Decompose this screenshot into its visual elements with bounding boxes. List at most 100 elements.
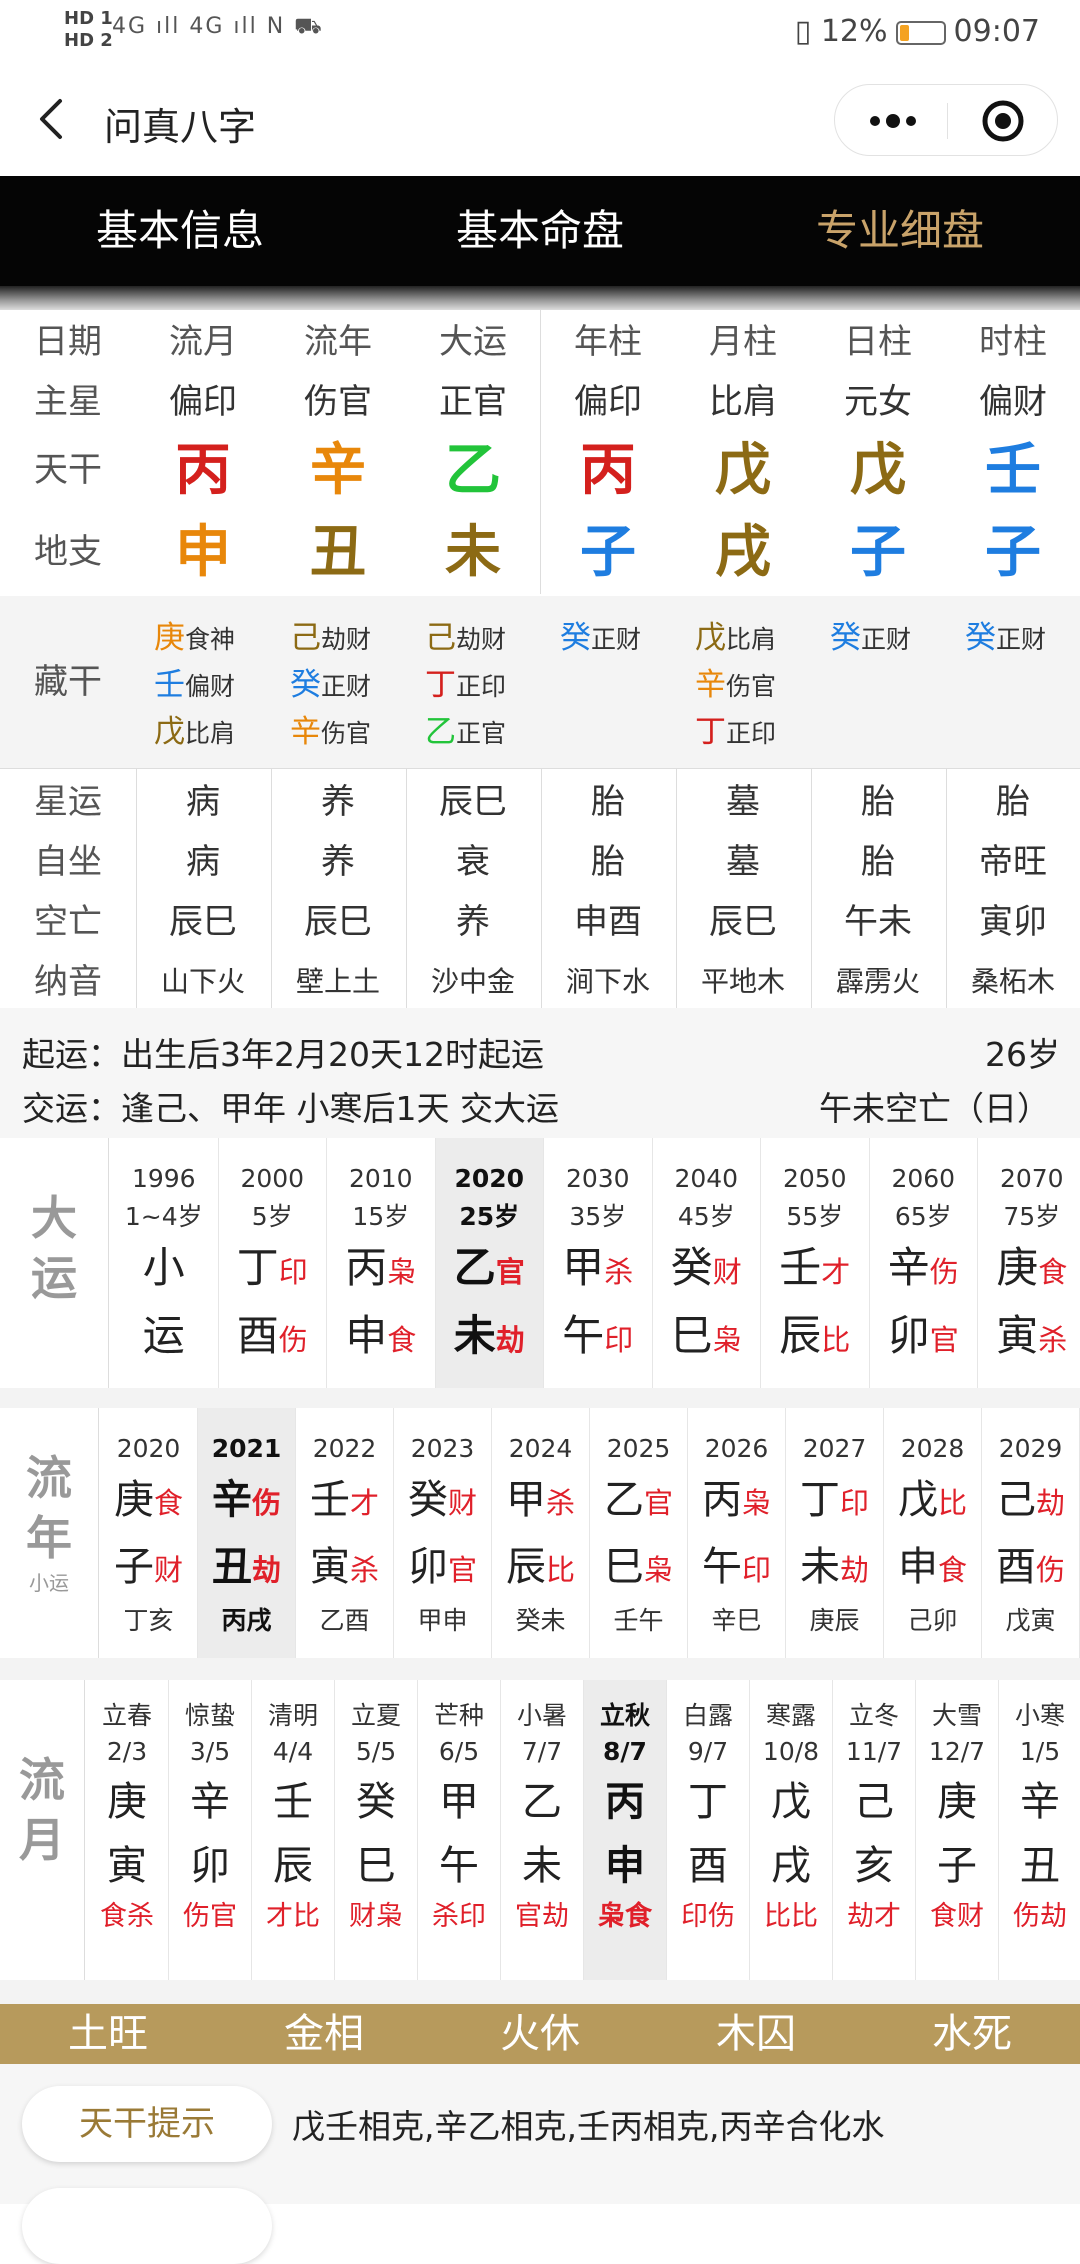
status-bar: HD 1 HD 2 4G ıll 4G ıll N ⛟ ▯ 12% 09:07 xyxy=(0,0,1080,62)
month-ten-gods: 才比 xyxy=(266,1901,320,1932)
liunian-label: 流年小运 xyxy=(0,1448,98,1598)
dayun-column[interactable]: 2010 15岁 丙枭 申食 xyxy=(327,1138,436,1388)
stem-tips-button[interactable]: 天干提示 xyxy=(22,2086,272,2162)
earthly-branch: 丑 xyxy=(310,519,366,585)
liuyue-column[interactable]: 立冬 11/7 己亥劫才 xyxy=(833,1680,916,1980)
dayun-column[interactable]: 2050 55岁 壬才 辰比 xyxy=(761,1138,870,1388)
dayun-column[interactable]: 2000 5岁 丁印 酉伤 xyxy=(219,1138,327,1388)
ten-god: 杀 xyxy=(1038,1323,1068,1357)
hidden-stem: 丁正印 xyxy=(695,706,776,751)
liunian-year: 2029 xyxy=(998,1434,1063,1463)
branch-char: 未 xyxy=(799,1544,840,1590)
main-star: 元女 xyxy=(844,382,912,422)
xiaoyun-value: 戊寅 xyxy=(1005,1606,1056,1635)
liunian-branch: 申食 xyxy=(884,1535,981,1602)
liunian-column[interactable]: 2020 庚食 子财 丁亥 xyxy=(100,1408,198,1658)
liuyue-column[interactable]: 小寒 1/5 辛丑伤劫 xyxy=(999,1680,1080,1980)
month-ten-gods: 伤劫 xyxy=(1013,1901,1067,1932)
star-luck-value: 桑柘木 xyxy=(970,965,1055,998)
back-arrow-icon[interactable] xyxy=(36,98,66,140)
liuyue-column[interactable]: 立夏 5/5 癸巳财枭 xyxy=(335,1680,418,1980)
dayun-year: 1996 xyxy=(131,1164,196,1193)
stem-char: 丙 xyxy=(701,1477,742,1523)
liunian-column[interactable]: 2029 己劫 酉伤 戊寅 xyxy=(982,1408,1080,1658)
stem-char: 甲 xyxy=(505,1477,546,1523)
dayun-column[interactable]: 2060 65岁 辛伤 卯官 xyxy=(870,1138,978,1388)
tab-detailed-chart[interactable]: 专业细盘 xyxy=(720,176,1080,286)
month-branch: 未 xyxy=(522,1843,562,1889)
liuyue-column[interactable]: 立秋 8/7 丙申枭食 xyxy=(584,1680,667,1980)
tab-basic-info[interactable]: 基本信息 xyxy=(0,176,360,286)
liunian-column[interactable]: 2028 戊比 申食 己卯 xyxy=(884,1408,982,1658)
month-ten-gods: 劫才 xyxy=(847,1901,901,1932)
liuyue-column[interactable]: 寒露 10/8 戊戌比比 xyxy=(750,1680,833,1980)
dayun-age: 15岁 xyxy=(352,1202,410,1231)
dayun-year: 2020 xyxy=(454,1164,525,1193)
dayun-column[interactable]: 2030 35岁 甲杀 午印 xyxy=(544,1138,653,1388)
xiaoyun-value: 甲申 xyxy=(417,1606,468,1635)
row-label: 地支 xyxy=(34,532,102,572)
liunian-column[interactable]: 2026 丙枭 午印 辛巳 xyxy=(688,1408,786,1658)
pillars-table: 日期 主星 天干 地支 流月 偏印丙申 流年 伤官辛丑 大运 正官乙未 年柱 偏印丙子 月柱 比肩戊戌 日柱… xyxy=(0,310,1080,594)
star-luck-value: 病 xyxy=(186,782,220,822)
hidden-stem-char: 癸 xyxy=(965,620,996,656)
tab-bar: 基本信息 基本命盘 专业细盘 xyxy=(0,176,1080,286)
liuyue-column[interactable]: 白露 9/7 丁酉印伤 xyxy=(667,1680,750,1980)
element-metal: 金相 xyxy=(284,2011,364,2057)
solar-term-date: 6/5 xyxy=(438,1737,480,1766)
xiaoyun-value: 庚辰 xyxy=(809,1606,860,1635)
liunian-column[interactable]: 2021 辛伤 丑劫 丙戌 xyxy=(198,1408,296,1658)
liuyue-column[interactable]: 清明 4/4 壬辰才比 xyxy=(252,1680,335,1980)
stem-char: 庚 xyxy=(113,1477,154,1523)
ten-god: 劫 xyxy=(1035,1486,1065,1520)
dayun-column[interactable]: 1996 1~4岁小运 xyxy=(110,1138,219,1388)
canggan-label: 藏干 xyxy=(34,662,102,702)
liunian-column[interactable]: 2027 丁印 未劫 庚辰 xyxy=(786,1408,884,1658)
liunian-year: 2022 xyxy=(312,1434,377,1463)
close-target-icon[interactable] xyxy=(981,99,1025,143)
liuyue-column[interactable]: 惊蛰 3/5 辛卯伤官 xyxy=(169,1680,252,1980)
ten-god: 劫 xyxy=(251,1553,281,1587)
dayun-column[interactable]: 2070 75岁 庚食 寅杀 xyxy=(978,1138,1080,1388)
dayun-branch: 巳枭 xyxy=(653,1304,761,1372)
status-right: ▯ 12% 09:07 xyxy=(795,14,1040,49)
stem-char: 壬 xyxy=(309,1477,350,1523)
dayun-age: 65岁 xyxy=(894,1202,952,1231)
pillar-header: 时柱 xyxy=(979,322,1047,362)
liuyue-column[interactable]: 小暑 7/7 乙未官劫 xyxy=(501,1680,584,1980)
month-stem: 丁 xyxy=(688,1779,728,1825)
ten-god: 才 xyxy=(821,1255,851,1289)
liuyue-column[interactable]: 大雪 12/7 庚子食财 xyxy=(916,1680,999,1980)
stem-char: 丁 xyxy=(799,1477,840,1523)
branch-tips-button[interactable] xyxy=(22,2188,272,2264)
hidden-stem-char: 壬 xyxy=(154,667,185,703)
liunian-column[interactable]: 2023 癸财 卯官 甲申 xyxy=(394,1408,492,1658)
hidden-stem-god: 正官 xyxy=(456,719,507,748)
solar-term-date: 5/5 xyxy=(355,1737,397,1766)
dayun-column[interactable]: 2040 45岁 癸财 巳枭 xyxy=(653,1138,761,1388)
star-luck-value: 胎 xyxy=(861,842,895,882)
hidden-stem: 乙正官 xyxy=(425,706,506,751)
label-char: 运 xyxy=(31,1251,77,1305)
pillar-header: 日柱 xyxy=(844,322,912,362)
stem-char: 己 xyxy=(995,1477,1036,1523)
hidden-stem-char: 庚 xyxy=(154,620,185,656)
liunian-branch: 子财 xyxy=(100,1535,197,1602)
liunian-column[interactable]: 2025 乙官 巳枭 壬午 xyxy=(590,1408,688,1658)
tips-section: 天干提示 戊壬相克,辛乙相克,壬丙相克,丙辛合化水 xyxy=(0,2064,1080,2264)
liunian-column[interactable]: 2024 甲杀 辰比 癸未 xyxy=(492,1408,590,1658)
month-stem: 癸 xyxy=(356,1779,396,1825)
hidden-stem-char: 己 xyxy=(425,620,456,656)
liuyue-column[interactable]: 芒种 6/5 甲午杀印 xyxy=(418,1680,501,1980)
dayun-column[interactable]: 2020 25岁 乙官 未劫 xyxy=(435,1138,544,1388)
hidden-stem-god: 偏财 xyxy=(185,672,236,701)
earthly-branch: 未 xyxy=(445,519,501,585)
heavenly-stem: 辛 xyxy=(310,437,366,503)
liuyue-column[interactable]: 立春 2/3 庚寅食杀 xyxy=(86,1680,169,1980)
branch-char: 午 xyxy=(562,1311,605,1360)
liunian-stem: 癸财 xyxy=(394,1468,491,1535)
tab-basic-chart[interactable]: 基本命盘 xyxy=(360,176,720,286)
ten-god: 官 xyxy=(495,1255,525,1289)
liunian-column[interactable]: 2022 壬才 寅杀 乙酉 xyxy=(296,1408,394,1658)
more-icon[interactable] xyxy=(863,107,923,135)
